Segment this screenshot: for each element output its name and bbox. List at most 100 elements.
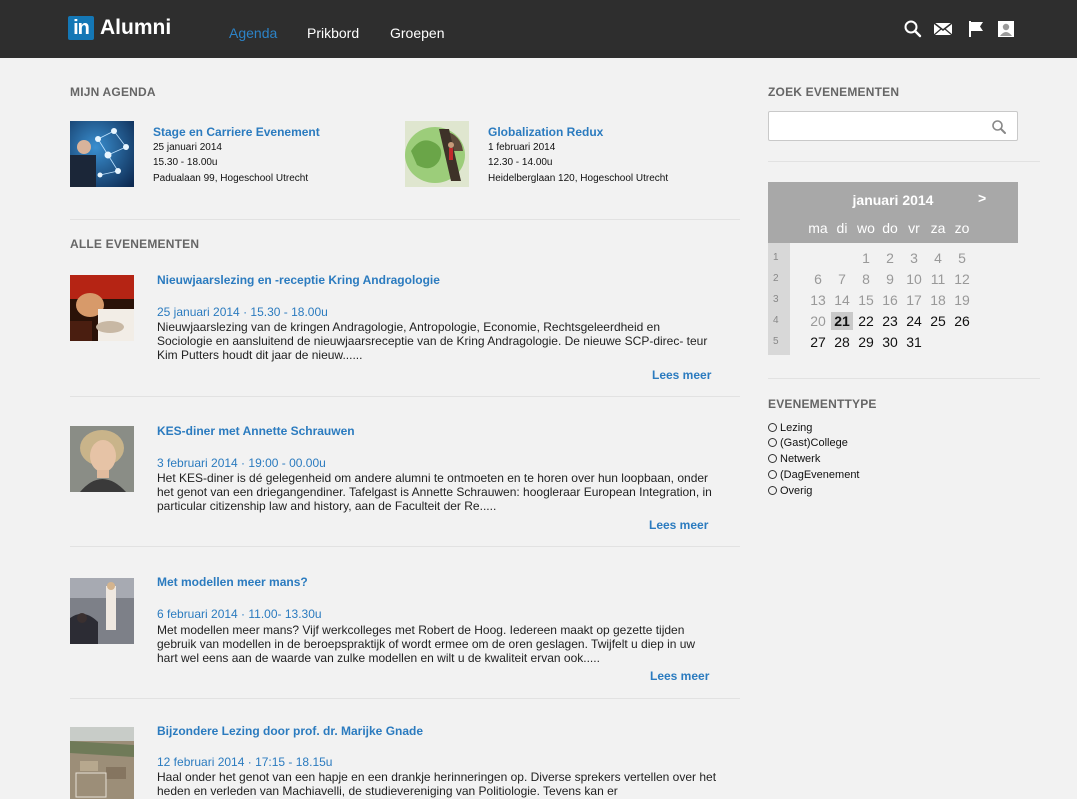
all-events-heading: ALLE EVENEMENTEN: [70, 237, 200, 251]
event-title[interactable]: Bijzondere Lezing door prof. dr. Marijke…: [157, 724, 423, 738]
calendar-day[interactable]: 10: [903, 270, 925, 288]
search-events-heading: ZOEK EVENEMENTEN: [768, 85, 900, 99]
radio-button[interactable]: [768, 438, 777, 447]
calendar-day[interactable]: 31: [903, 333, 925, 351]
calendar-day[interactable]: 11: [927, 270, 949, 288]
mail-icon[interactable]: [933, 19, 953, 39]
radio-button[interactable]: [768, 454, 777, 463]
event-title[interactable]: Met modellen meer mans?: [157, 575, 308, 589]
event-thumbnail-excavation[interactable]: [70, 727, 134, 799]
profile-icon[interactable]: [996, 19, 1016, 39]
calendar-weekday-label: wo: [857, 220, 875, 236]
divider: [70, 396, 740, 397]
calendar-day[interactable]: 16: [879, 291, 901, 309]
read-more-link[interactable]: Lees meer: [652, 368, 711, 382]
calendar-day[interactable]: 29: [855, 333, 877, 351]
linkedin-logo[interactable]: in: [68, 16, 94, 40]
agenda-thumbnail-network[interactable]: [70, 121, 134, 187]
event-thumbnail-portrait[interactable]: [70, 426, 134, 492]
radio-button[interactable]: [768, 423, 777, 432]
event-date: 25 januari 2014 · 15.30 - 18.00u: [157, 305, 328, 319]
radio-button[interactable]: [768, 470, 777, 479]
search-icon[interactable]: [991, 119, 1007, 135]
app-title[interactable]: Alumni: [100, 15, 171, 41]
calendar-day[interactable]: 17: [903, 291, 925, 309]
calendar-day[interactable]: 30: [879, 333, 901, 351]
event-date: 3 februari 2014 · 19:00 - 00.00u: [157, 456, 326, 470]
event-type-option[interactable]: Overig: [768, 484, 812, 498]
calendar-day[interactable]: 13: [807, 291, 829, 309]
event-type-option[interactable]: (Gast)College: [768, 436, 848, 450]
calendar-weekday-label: za: [930, 220, 946, 236]
calendar-day[interactable]: 23: [879, 312, 901, 330]
nav-groepen[interactable]: Groepen: [390, 24, 444, 42]
calendar-week-number: 1: [773, 252, 779, 263]
event-description: Met modellen meer mans? Vijf werkcollege…: [157, 623, 696, 665]
calendar-day[interactable]: 27: [807, 333, 829, 351]
calendar-week-number: 4: [773, 315, 779, 326]
calendar-week-number: 5: [773, 336, 779, 347]
divider: [768, 378, 1040, 379]
calendar-day[interactable]: 1: [855, 249, 877, 267]
event-type-option[interactable]: Netwerk: [768, 452, 820, 466]
event-description: Het KES-diner is dé gelegenheid om ander…: [157, 471, 712, 513]
nav-prikbord[interactable]: Prikbord: [307, 24, 359, 42]
event-thumbnail-reception[interactable]: [70, 275, 134, 341]
event-title[interactable]: KES-diner met Annette Schrauwen: [157, 424, 355, 438]
calendar-day[interactable]: 7: [831, 270, 853, 288]
calendar-weekday-label: vr: [908, 220, 920, 236]
calendar-day[interactable]: 3: [903, 249, 925, 267]
event-type-option[interactable]: (DagEvenement: [768, 468, 860, 482]
divider: [768, 161, 1040, 162]
event-description: Nieuwjaarslezing van de kringen Andragol…: [157, 320, 708, 362]
calendar-day[interactable]: 19: [951, 291, 973, 309]
search-input[interactable]: [777, 118, 977, 136]
calendar-day[interactable]: 8: [855, 270, 877, 288]
calendar-day[interactable]: 14: [831, 291, 853, 309]
calendar-weekday-label: do: [882, 220, 898, 236]
flag-icon[interactable]: [966, 19, 986, 39]
event-description: Haal onder het genot van een hapje en ee…: [157, 770, 717, 798]
event-title[interactable]: Nieuwjaarslezing en -receptie Kring Andr…: [157, 273, 440, 287]
calendar-day[interactable]: 5: [951, 249, 973, 267]
nav-agenda[interactable]: Agenda: [229, 24, 277, 42]
agenda-thumbnail-globe[interactable]: [405, 121, 469, 187]
event-type-heading: EVENEMENTTYPE: [768, 397, 877, 411]
calendar-day[interactable]: 28: [831, 333, 853, 351]
calendar-day[interactable]: 12: [951, 270, 973, 288]
read-more-link[interactable]: Lees meer: [650, 669, 709, 683]
calendar-day[interactable]: 6: [807, 270, 829, 288]
calendar-day-today[interactable]: 21: [831, 312, 853, 330]
event-date: 6 februari 2014 · 11.00- 13.30u: [157, 607, 322, 621]
calendar-day[interactable]: 4: [927, 249, 949, 267]
divider: [70, 219, 740, 220]
calendar-day[interactable]: 22: [855, 312, 877, 330]
event-type-option[interactable]: Lezing: [768, 421, 812, 435]
divider: [70, 546, 740, 547]
event-calendar: januari 2014 > ma di wo do vr za zo 1 2 3 4 5 1 2 3 4 5 6…: [768, 182, 1018, 355]
calendar-day[interactable]: 20: [807, 312, 829, 330]
calendar-day[interactable]: 9: [879, 270, 901, 288]
my-agenda-heading: MIJN AGENDA: [70, 85, 156, 99]
calendar-day[interactable]: 2: [879, 249, 901, 267]
agenda-item-location: Heidelberglaan 120, Hogeschool Utrecht: [488, 173, 669, 184]
agenda-item-location: Padualaan 99, Hogeschool Utrecht: [153, 173, 309, 184]
calendar-day[interactable]: 26: [951, 312, 973, 330]
radio-button[interactable]: [768, 486, 777, 495]
search-icon[interactable]: [903, 19, 923, 39]
event-thumbnail-runway[interactable]: [70, 578, 134, 644]
agenda-item-title[interactable]: Stage en Carriere Evenement: [153, 125, 320, 139]
calendar-next-month-button[interactable]: >: [978, 190, 986, 206]
calendar-weekday-label: zo: [954, 220, 970, 236]
calendar-day[interactable]: 15: [855, 291, 877, 309]
read-more-link[interactable]: Lees meer: [649, 518, 708, 532]
calendar-day[interactable]: 18: [927, 291, 949, 309]
search-box: [768, 111, 1018, 141]
calendar-day[interactable]: 24: [903, 312, 925, 330]
agenda-item-time: 15.30 - 18.00u: [153, 157, 218, 168]
agenda-item-title[interactable]: Globalization Redux: [488, 125, 603, 139]
agenda-item-time: 12.30 - 14.00u: [488, 157, 553, 168]
agenda-item-date: 1 februari 2014: [488, 142, 556, 153]
event-date: 12 februari 2014 · 17:15 - 18.15u: [157, 755, 333, 769]
calendar-day[interactable]: 25: [927, 312, 949, 330]
